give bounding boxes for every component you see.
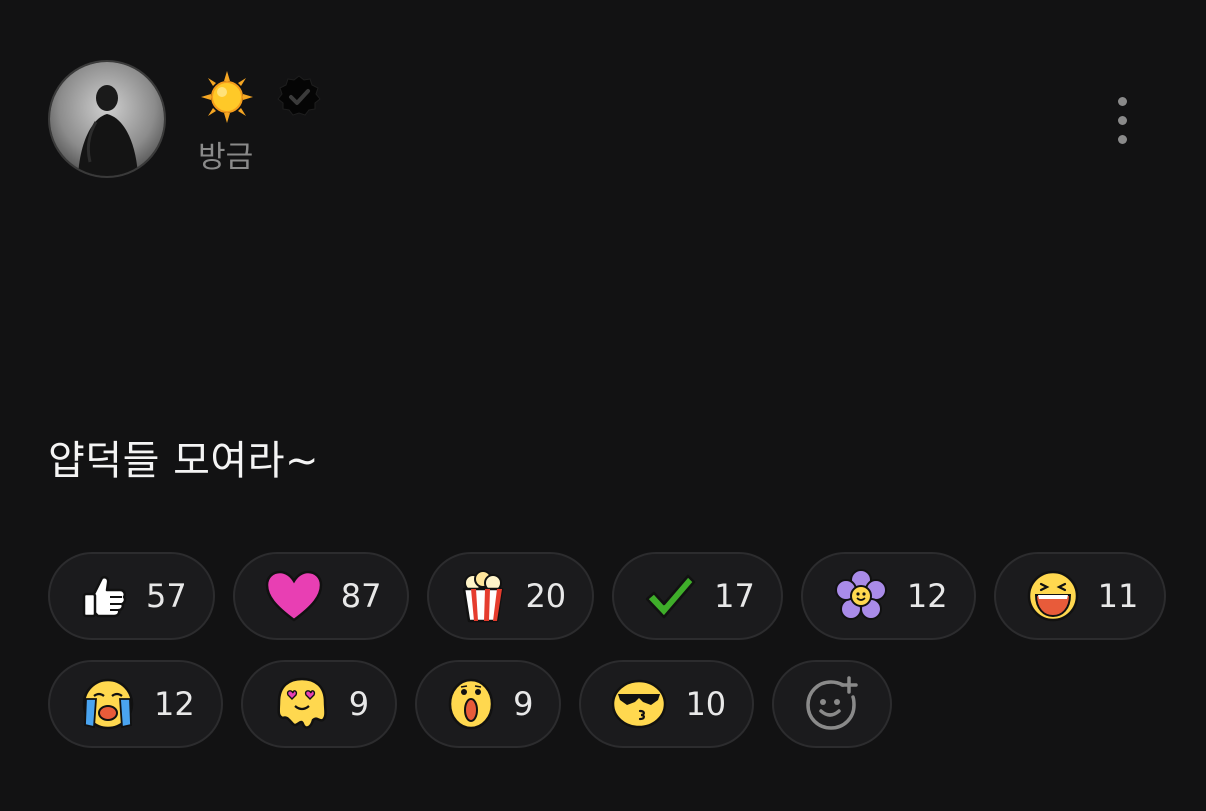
more-options-button[interactable] xyxy=(1104,92,1140,148)
sun-icon xyxy=(200,70,254,124)
reaction-count: 57 xyxy=(146,577,187,615)
post-body-text: 얍덕들 모여라~ xyxy=(48,438,320,484)
flower-icon xyxy=(833,568,889,624)
thumbs-up-icon xyxy=(80,572,128,620)
popcorn-icon xyxy=(459,569,507,623)
crying-face-icon xyxy=(80,677,136,731)
reaction-heart[interactable]: 87 xyxy=(232,552,410,640)
reactions-row: 12 9 9 10 xyxy=(48,660,893,748)
add-reaction-icon xyxy=(803,675,861,733)
reaction-melting-love[interactable]: 9 xyxy=(240,660,398,748)
reaction-thumbs-up[interactable]: 57 xyxy=(48,552,215,640)
reaction-crying[interactable]: 12 xyxy=(48,660,223,748)
verified-badge-icon xyxy=(276,74,322,120)
author-avatar[interactable] xyxy=(48,60,166,178)
reaction-sunglasses-kiss[interactable]: 10 xyxy=(579,660,755,748)
reaction-count: 11 xyxy=(1097,577,1139,615)
reaction-laughing[interactable]: 11 xyxy=(993,552,1167,640)
author-name-row xyxy=(200,70,322,124)
melting-love-face-icon xyxy=(273,676,331,732)
reaction-surprised[interactable]: 9 xyxy=(415,660,562,748)
reaction-count: 12 xyxy=(906,577,948,615)
more-dot-icon xyxy=(1117,134,1127,144)
reaction-count: 9 xyxy=(513,685,534,723)
heart-icon xyxy=(265,570,323,622)
reaction-check[interactable]: 17 xyxy=(612,552,783,640)
more-dot-icon xyxy=(1117,96,1127,106)
add-reaction-button[interactable] xyxy=(772,660,893,748)
reaction-count: 12 xyxy=(154,685,195,723)
post-timestamp: 방금 xyxy=(198,140,254,175)
more-dot-icon xyxy=(1117,115,1127,125)
reaction-flower[interactable]: 12 xyxy=(800,552,976,640)
check-mark-icon xyxy=(644,573,696,619)
surprised-face-icon xyxy=(447,677,495,731)
reaction-count: 17 xyxy=(714,577,755,615)
reaction-popcorn[interactable]: 20 xyxy=(427,552,595,640)
reactions-row: 57 87 20 17 12 11 xyxy=(48,552,1167,640)
reaction-count: 20 xyxy=(525,577,567,615)
sunglasses-kiss-face-icon xyxy=(611,678,667,730)
reaction-count: 87 xyxy=(340,577,382,615)
reaction-count: 9 xyxy=(348,685,370,723)
reaction-count: 10 xyxy=(685,685,727,723)
laughing-face-icon xyxy=(1026,569,1080,623)
